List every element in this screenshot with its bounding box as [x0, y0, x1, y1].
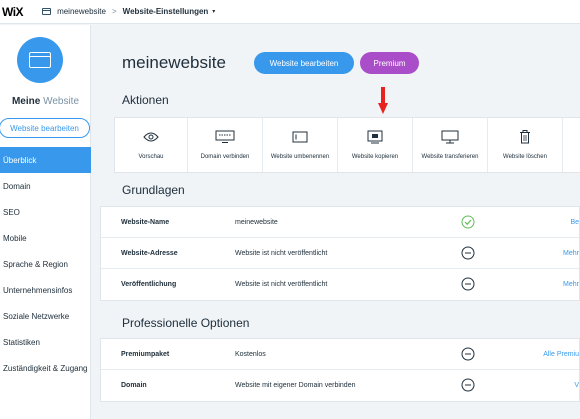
actions-panel: Vorschau Domain verbinden Website umbene…: [114, 117, 580, 173]
breadcrumb-page[interactable]: Website-Einstellungen: [123, 7, 209, 16]
premium-button[interactable]: Premium: [360, 52, 419, 74]
table-row: Website-Name meinewebsite Be: [101, 207, 579, 238]
red-arrow-annotation: [378, 87, 388, 114]
row-key: Website-Adresse: [121, 249, 178, 257]
action-connect-domain[interactable]: Domain verbinden: [188, 118, 263, 172]
sidebar-edit-website-button[interactable]: Website bearbeiten: [0, 118, 90, 138]
main-content: meinewebsite Website bearbeiten Premium …: [92, 25, 580, 419]
transfer-icon: [441, 130, 459, 144]
basics-card: Website-Name meinewebsite Be Website-Adr…: [100, 206, 580, 301]
action-label: Domain verbinden: [200, 154, 250, 160]
top-bar: WiX meinewebsite > Website-Einstellungen…: [0, 0, 580, 24]
table-row: Website-Adresse Website ist nicht veröff…: [101, 238, 579, 269]
sidebar-item-social[interactable]: Soziale Netzwerke: [0, 303, 91, 329]
action-label: Vorschau: [138, 154, 164, 160]
table-row: Premiumpaket Kostenlos Alle Premiu: [101, 339, 579, 370]
basics-heading: Grundlagen: [122, 183, 185, 197]
minus-circle-icon: [461, 277, 475, 291]
chevron-down-icon[interactable]: ▾: [212, 8, 215, 15]
row-value: meinewebsite: [235, 218, 278, 226]
site-icon: [42, 8, 52, 15]
sidebar-item-business-info[interactable]: Unternehmensinfos: [0, 277, 91, 303]
minus-circle-icon: [461, 246, 475, 260]
sidebar-item-domain[interactable]: Domain: [0, 173, 91, 199]
sidebar-item-mobile[interactable]: Mobile: [0, 225, 91, 251]
action-preview[interactable]: Vorschau: [115, 118, 188, 172]
action-copy-website[interactable]: Website kopieren: [338, 118, 413, 172]
browser-window-icon: [29, 52, 51, 68]
domain-icon: [215, 130, 235, 144]
site-avatar: [17, 37, 63, 83]
sidebar: Meine Website Website bearbeiten Überbli…: [0, 25, 91, 419]
row-key: Website-Name: [121, 218, 170, 226]
row-value: Website ist nicht veröffentlicht: [235, 281, 328, 288]
sidebar-title-light: Website: [43, 96, 80, 107]
check-circle-icon: [461, 215, 475, 229]
row-link[interactable]: Mehr: [563, 281, 579, 288]
page-title: meinewebsite: [122, 53, 226, 72]
sidebar-title: Meine Website: [0, 96, 91, 107]
professional-options-heading: Professionelle Optionen: [122, 316, 250, 330]
rename-icon: [292, 130, 308, 144]
row-value: Website ist nicht veröffentlicht: [235, 249, 328, 257]
row-key: Domain: [121, 382, 147, 389]
action-delete-website[interactable]: Website löschen: [488, 118, 563, 172]
row-link[interactable]: Mehr: [563, 250, 579, 257]
copy-icon: [367, 130, 383, 144]
row-value: Kostenlos: [235, 350, 266, 358]
trash-icon: [519, 130, 531, 144]
row-link[interactable]: Alle Premiu: [543, 351, 579, 358]
table-row: Veröffentlichung Website ist nicht veröf…: [101, 269, 579, 300]
sidebar-item-overview[interactable]: Überblick: [0, 147, 91, 173]
sidebar-title-bold: Meine: [11, 96, 41, 107]
action-label: Website umbenennen: [270, 154, 330, 160]
wix-logo[interactable]: WiX: [2, 5, 24, 19]
action-label: Website löschen: [503, 154, 547, 160]
sidebar-item-language-region[interactable]: Sprache & Region: [0, 251, 91, 277]
actions-heading: Aktionen: [122, 93, 169, 107]
sidebar-item-access[interactable]: Zuständigkeit & Zugang: [0, 355, 91, 381]
row-link[interactable]: V: [574, 382, 579, 389]
edit-website-button[interactable]: Website bearbeiten: [254, 52, 354, 74]
action-label: Website kopieren: [351, 154, 399, 160]
action-transfer-website[interactable]: Website transferieren: [413, 118, 488, 172]
table-row: Domain Website mit eigener Domain verbin…: [101, 370, 579, 401]
sidebar-item-seo[interactable]: SEO: [0, 199, 91, 225]
action-label: Website transferieren: [421, 154, 479, 160]
professional-options-card: Premiumpaket Kostenlos Alle Premiu Domai…: [100, 338, 580, 402]
minus-circle-icon: [461, 378, 475, 392]
row-link[interactable]: Be: [570, 219, 579, 226]
action-rename-website[interactable]: Website umbenennen: [263, 118, 338, 172]
minus-circle-icon: [461, 347, 475, 361]
row-value: Website mit eigener Domain verbinden: [235, 382, 356, 389]
row-key: Veröffentlichung: [121, 281, 177, 288]
eye-icon: [143, 130, 159, 144]
sidebar-item-statistics[interactable]: Statistiken: [0, 329, 91, 355]
breadcrumb-site[interactable]: meinewebsite: [57, 7, 106, 16]
row-key: Premiumpaket: [121, 350, 170, 358]
breadcrumb-separator: >: [111, 7, 117, 16]
sidebar-nav: Überblick Domain SEO Mobile Sprache & Re…: [0, 147, 91, 381]
